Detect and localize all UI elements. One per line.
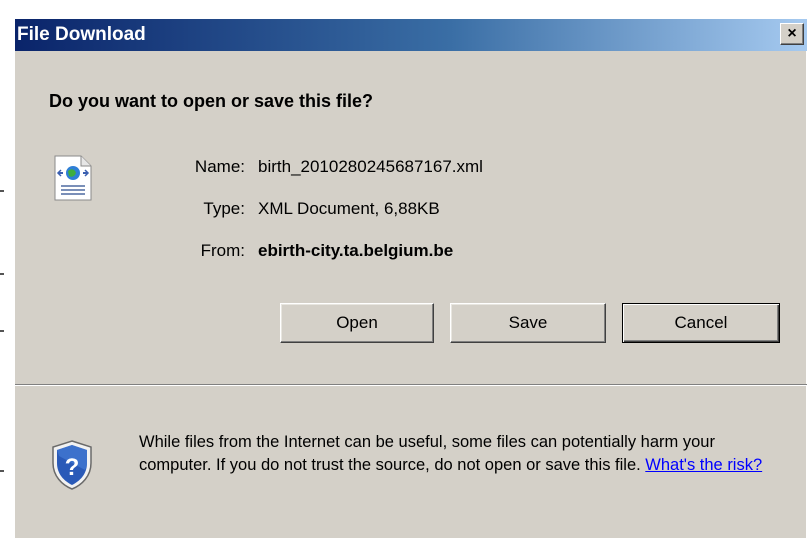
warning-text: While files from the Internet can be use… <box>139 433 715 474</box>
name-label: Name: <box>194 157 245 176</box>
divider <box>15 384 807 386</box>
dialog-question: Do you want to open or save this file? <box>49 91 374 111</box>
close-button[interactable]: × <box>780 23 804 45</box>
title-bar[interactable]: File Download × <box>15 19 807 51</box>
save-button[interactable]: Save <box>450 303 606 343</box>
cancel-button[interactable]: Cancel <box>622 303 780 343</box>
type-label: Type: <box>203 199 245 218</box>
whats-the-risk-link[interactable]: What's the risk? <box>645 456 762 474</box>
type-value: XML Document, 6,88KB <box>258 199 440 218</box>
security-warning: While files from the Internet can be use… <box>139 431 789 477</box>
security-shield-icon: ? <box>49 439 95 496</box>
file-download-dialog: File Download × Do you want to open or s… <box>14 18 807 538</box>
from-label: From: <box>200 241 245 260</box>
name-value: birth_2010280245687167.xml <box>258 157 483 176</box>
close-icon: × <box>787 25 797 42</box>
window-title: File Download <box>17 24 146 45</box>
from-value: ebirth-city.ta.belgium.be <box>258 241 454 260</box>
xml-file-icon <box>53 155 93 206</box>
open-button[interactable]: Open <box>280 303 434 343</box>
svg-text:?: ? <box>65 454 80 481</box>
